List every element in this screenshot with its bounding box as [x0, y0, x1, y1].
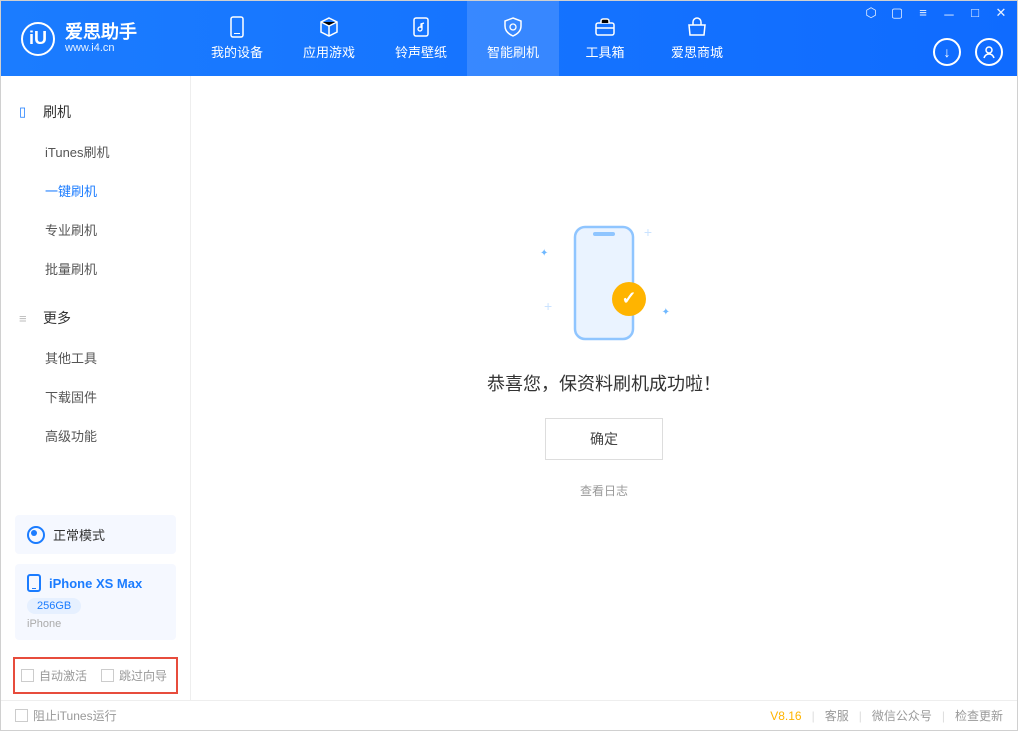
- skin-icon[interactable]: ⬡: [863, 5, 879, 24]
- nav-label: 智能刷机: [487, 42, 539, 61]
- app-header: iU 爱思助手 www.i4.cn 我的设备 应用游戏 铃声壁纸 智能刷机 工具…: [1, 1, 1017, 76]
- main-content: + ✦ ✓ ✦ + 恭喜您，保资料刷机成功啦！ 确定 查看日志: [191, 76, 1017, 700]
- highlighted-options: 自动激活 跳过向导: [13, 657, 178, 694]
- menu-icon[interactable]: ≡: [915, 5, 931, 24]
- auto-activate-checkbox[interactable]: 自动激活: [21, 667, 87, 684]
- app-subtitle: www.i4.cn: [65, 42, 137, 54]
- sidebar-item-itunes-flash[interactable]: iTunes刷机: [1, 132, 190, 171]
- block-itunes-checkbox[interactable]: 阻止iTunes运行: [15, 707, 117, 724]
- phone-icon: [27, 574, 41, 592]
- sidebar-item-pro-flash[interactable]: 专业刷机: [1, 210, 190, 249]
- sparkle-icon: ✦: [540, 248, 548, 259]
- sparkle-icon: ✦: [662, 307, 670, 318]
- checkbox-label: 跳过向导: [119, 667, 167, 684]
- nav-label: 工具箱: [585, 42, 624, 61]
- device-name: iPhone XS Max: [49, 576, 142, 591]
- support-link[interactable]: 客服: [825, 707, 849, 724]
- close-button[interactable]: ✕: [993, 5, 1009, 24]
- sidebar-section-more: ≡ 更多: [1, 298, 190, 338]
- nav-tab-toolbox[interactable]: 工具箱: [559, 1, 651, 76]
- checkbox-label: 阻止iTunes运行: [33, 707, 117, 724]
- checkbox-icon: [15, 709, 28, 722]
- mode-label: 正常模式: [53, 525, 105, 544]
- nav-label: 爱思商城: [671, 42, 723, 61]
- download-button[interactable]: ↓: [933, 38, 961, 66]
- section-title: 刷机: [43, 102, 71, 122]
- nav-label: 应用游戏: [303, 42, 355, 61]
- nav-tab-apps[interactable]: 应用游戏: [283, 1, 375, 76]
- nav-tab-flash[interactable]: 智能刷机: [467, 1, 559, 76]
- sidebar-item-oneclick-flash[interactable]: 一键刷机: [1, 171, 190, 210]
- nav-tabs: 我的设备 应用游戏 铃声壁纸 智能刷机 工具箱 爱思商城: [191, 1, 743, 76]
- success-illustration: + ✦ ✓ ✦ +: [534, 218, 674, 348]
- separator: |: [942, 709, 945, 723]
- app-title: 爱思助手: [65, 23, 137, 43]
- mode-status-box[interactable]: 正常模式: [15, 515, 176, 554]
- cube-icon: [318, 16, 340, 38]
- nav-label: 铃声壁纸: [395, 42, 447, 61]
- check-update-link[interactable]: 检查更新: [955, 707, 1003, 724]
- sidebar-item-advanced[interactable]: 高级功能: [1, 416, 190, 455]
- maximize-button[interactable]: □: [967, 5, 983, 24]
- mode-icon: [27, 526, 45, 544]
- success-message: 恭喜您，保资料刷机成功啦！: [487, 370, 721, 396]
- checkbox-icon: [101, 669, 114, 682]
- shop-icon: [686, 16, 708, 38]
- sidebar: ▯ 刷机 iTunes刷机 一键刷机 专业刷机 批量刷机 ≡ 更多 其他工具 下…: [1, 76, 191, 700]
- list-icon: ≡: [19, 311, 33, 326]
- check-badge-icon: ✓: [612, 282, 646, 316]
- toolbox-icon: [594, 16, 616, 38]
- view-log-link[interactable]: 查看日志: [580, 482, 628, 499]
- separator: |: [859, 709, 862, 723]
- app-logo-icon: iU: [21, 22, 55, 56]
- confirm-button[interactable]: 确定: [545, 418, 663, 460]
- sidebar-item-batch-flash[interactable]: 批量刷机: [1, 249, 190, 288]
- device-info-box[interactable]: iPhone XS Max 256GB iPhone: [15, 564, 176, 640]
- device-storage: 256GB: [27, 598, 81, 614]
- skip-guide-checkbox[interactable]: 跳过向导: [101, 667, 167, 684]
- minimize-button[interactable]: －: [941, 5, 957, 24]
- nav-label: 我的设备: [211, 42, 263, 61]
- sparkle-icon: +: [544, 298, 552, 314]
- nav-tab-device[interactable]: 我的设备: [191, 1, 283, 76]
- header-actions: ↓: [933, 38, 1003, 66]
- status-bar: 阻止iTunes运行 V8.16 | 客服 | 微信公众号 | 检查更新: [1, 700, 1017, 730]
- sidebar-section-flash: ▯ 刷机: [1, 92, 190, 132]
- feedback-icon[interactable]: ▢: [889, 5, 905, 24]
- sparkle-icon: +: [644, 224, 652, 240]
- shield-icon: [502, 16, 524, 38]
- checkbox-icon: [21, 669, 34, 682]
- sidebar-item-other-tools[interactable]: 其他工具: [1, 338, 190, 377]
- music-icon: [410, 16, 432, 38]
- version-label: V8.16: [770, 709, 801, 723]
- section-title: 更多: [43, 308, 71, 328]
- wechat-link[interactable]: 微信公众号: [872, 707, 932, 724]
- window-controls: ⬡ ▢ ≡ － □ ✕: [863, 5, 1009, 24]
- account-button[interactable]: [975, 38, 1003, 66]
- device-icon: [226, 16, 248, 38]
- sidebar-item-download-firmware[interactable]: 下载固件: [1, 377, 190, 416]
- nav-tab-shop[interactable]: 爱思商城: [651, 1, 743, 76]
- checkbox-label: 自动激活: [39, 667, 87, 684]
- separator: |: [812, 709, 815, 723]
- logo-area: iU 爱思助手 www.i4.cn: [1, 22, 191, 56]
- phone-icon: ▯: [19, 104, 33, 120]
- nav-tab-ringtones[interactable]: 铃声壁纸: [375, 1, 467, 76]
- device-type: iPhone: [27, 618, 164, 630]
